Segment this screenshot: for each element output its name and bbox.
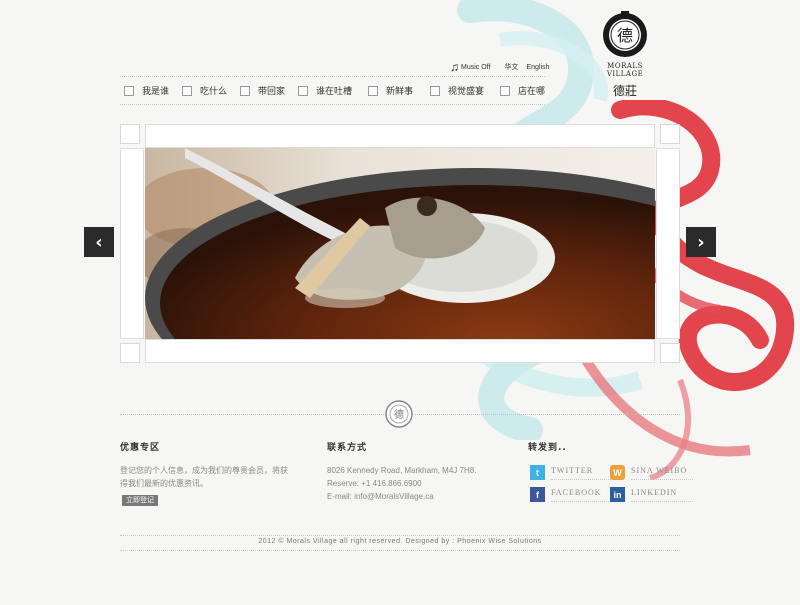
nav-item-location[interactable]: 店在哪 xyxy=(500,84,550,97)
nav-item-label: 吃什么 xyxy=(200,87,228,97)
nav-item-label: 带回家 xyxy=(258,87,286,97)
nav-item-label: 谁在吐槽 xyxy=(316,87,353,97)
promo-title: 优惠专区 xyxy=(120,443,161,453)
nav-checkbox-icon xyxy=(124,85,134,96)
share-facebook-link[interactable]: f FACEBOOK xyxy=(530,487,613,502)
footer-emblem-icon: 德 xyxy=(384,399,414,429)
contact-info: 8026 Kennedy Road, Markham, M4J 7H8. Res… xyxy=(327,464,476,503)
share-linkedin-link[interactable]: in LINKEDIN xyxy=(610,487,693,502)
nav-item-label: 新鲜事 xyxy=(386,87,414,97)
nav-item-label: 店在哪 xyxy=(518,87,546,97)
frame-strip-top xyxy=(145,124,655,148)
logo-emblem-icon: 德 xyxy=(603,11,647,57)
nav-item-label: 视觉盛宴 xyxy=(448,87,485,97)
promo-text-line: 得我们最新的优惠资讯。 xyxy=(120,479,208,488)
nav-checkbox-icon xyxy=(430,85,440,96)
twitter-icon: t xyxy=(530,465,545,480)
promo-text: 登记您的个人信息，成为我们的尊贵会员，将获 得我们最新的优惠资讯。 xyxy=(120,464,288,490)
share-title: 转发到.. xyxy=(528,443,567,453)
nav-item-reviews[interactable]: 谁在吐槽 xyxy=(298,84,368,97)
frame-corner xyxy=(120,343,140,363)
language-chinese-link[interactable]: 华文 xyxy=(504,62,518,72)
nav-divider xyxy=(120,104,545,105)
share-weibo-link[interactable]: W SINA WEIBO xyxy=(610,465,693,480)
linkedin-icon: in xyxy=(610,487,625,502)
utility-bar: ♫ Music Off 华文 English xyxy=(450,60,557,74)
nav-item-gallery[interactable]: 视觉盛宴 xyxy=(430,84,500,97)
main-nav: 我是谁 吃什么 带回家 谁在吐槽 新鲜事 视觉盛宴 店在哪 xyxy=(124,84,550,97)
contact-title: 联系方式 xyxy=(327,443,368,453)
logo-name: MORALS VILLAGE xyxy=(606,62,644,78)
nav-checkbox-icon xyxy=(240,85,250,96)
nav-checkbox-icon xyxy=(182,85,192,96)
nav-item-takeout[interactable]: 带回家 xyxy=(240,84,298,97)
logo-name-chinese: 德莊 xyxy=(612,84,637,98)
nav-checkbox-icon xyxy=(500,85,510,96)
music-toggle[interactable]: ♫ Music Off xyxy=(450,60,491,74)
site-logo[interactable]: 德 MORALS VILLAGE 德莊 xyxy=(590,10,660,110)
frame-strip-bottom xyxy=(145,339,655,363)
nav-item-news[interactable]: 新鲜事 xyxy=(368,84,430,97)
facebook-icon: f xyxy=(530,487,545,502)
slideshow-image xyxy=(145,148,655,339)
music-note-icon: ♫ xyxy=(450,60,459,74)
music-label: Music Off xyxy=(461,63,491,71)
frame-corner xyxy=(120,124,140,144)
register-button[interactable]: 立即登记 xyxy=(122,495,158,506)
frame-corner xyxy=(660,343,680,363)
copyright-divider-top xyxy=(120,535,680,536)
share-label: TWITTER xyxy=(551,466,613,480)
language-english-link[interactable]: English xyxy=(526,64,549,71)
nav-item-who[interactable]: 我是谁 xyxy=(124,84,182,97)
weibo-icon: W xyxy=(610,465,625,480)
contact-phone: Reserve: +1 416.866.6900 xyxy=(327,479,422,488)
share-label: FACEBOOK xyxy=(551,488,613,502)
contact-email[interactable]: E-mail: info@MoralsVillage.ca xyxy=(327,490,476,503)
logo-emblem-char: 德 xyxy=(617,26,633,45)
slider-next-button[interactable]: › xyxy=(686,227,716,257)
frame-corner xyxy=(660,124,680,144)
copyright-divider-bottom xyxy=(120,550,680,551)
nav-checkbox-icon xyxy=(298,85,308,96)
share-label: SINA WEIBO xyxy=(631,466,693,480)
copyright-text: 2012 © Morals Village all right reserved… xyxy=(258,538,542,545)
nav-checkbox-icon xyxy=(368,85,378,96)
contact-address: 8026 Kennedy Road, Markham, M4J 7H8. xyxy=(327,466,477,475)
slider-prev-button[interactable]: ‹ xyxy=(84,227,114,257)
footer-emblem-char: 德 xyxy=(394,408,404,421)
frame-strip-left xyxy=(120,148,144,339)
promo-text-line: 登记您的个人信息，成为我们的尊贵会员，将获 xyxy=(120,466,288,475)
frame-strip-right xyxy=(656,148,680,339)
nav-item-label: 我是谁 xyxy=(142,87,170,97)
share-twitter-link[interactable]: t TWITTER xyxy=(530,465,613,480)
top-divider xyxy=(120,76,545,77)
nav-item-menu[interactable]: 吃什么 xyxy=(182,84,240,97)
share-label: LINKEDIN xyxy=(631,488,693,502)
